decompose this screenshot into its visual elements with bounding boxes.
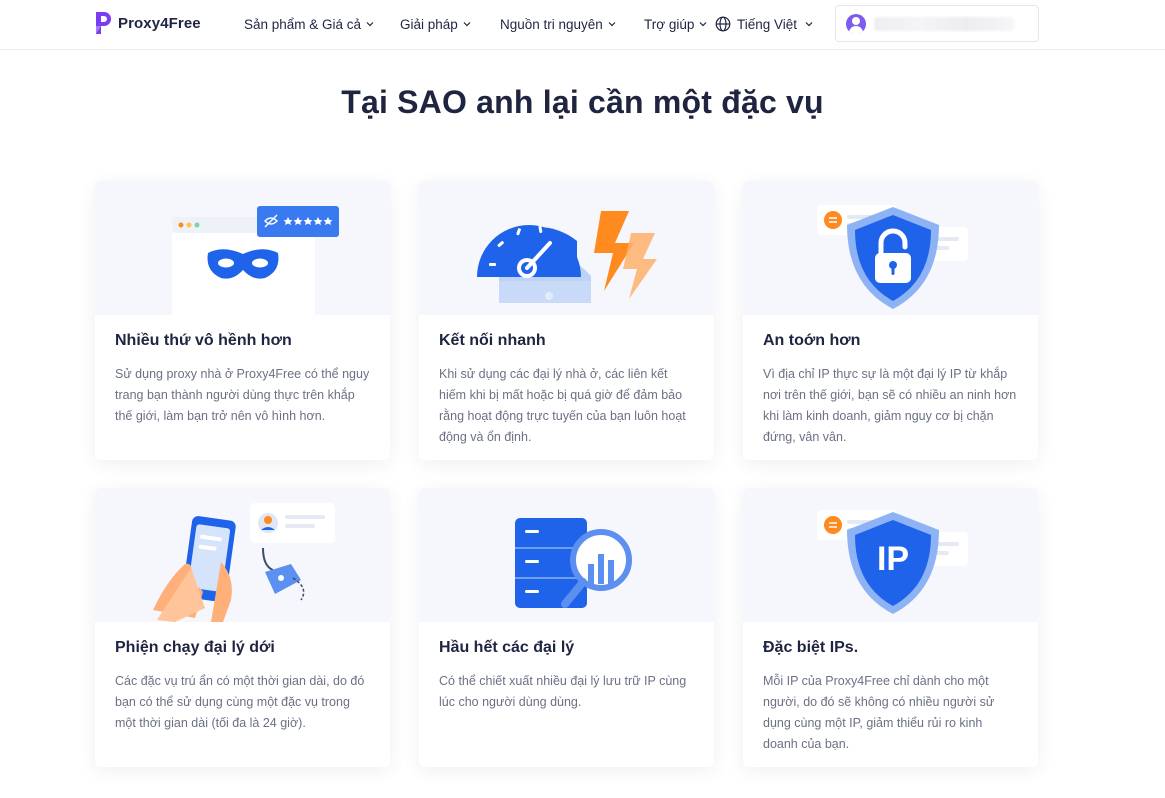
- nav-resources[interactable]: Nguồn tri nguyên: [500, 0, 616, 48]
- feature-card-invisible: Nhiều thứ vô hềnh hơn Sử dụng proxy nhà …: [95, 181, 390, 460]
- card-description: Có thể chiết xuất nhiều đại lý lưu trữ I…: [439, 674, 687, 709]
- phone-session-icon: [153, 503, 335, 622]
- site-logo[interactable]: Proxy4Free: [94, 10, 201, 36]
- site-header: Proxy4Free Sản phẩm & Giá cả Giải pháp N…: [0, 0, 1165, 50]
- server-search-icon: [515, 518, 632, 608]
- chevron-down-icon: [699, 22, 707, 27]
- mask-browser-icon: [172, 206, 339, 315]
- globe-icon: [715, 16, 731, 32]
- feature-card-safer: An toớn hơn Vì địa chỉ IP thực sự là một…: [743, 181, 1038, 460]
- ip-badge-text: IP: [876, 540, 910, 578]
- card-description: Mỗi IP của Proxy4Free chỉ dành cho một n…: [763, 674, 995, 751]
- language-label: Tiếng Việt: [737, 16, 798, 32]
- nav-help[interactable]: Trợ giúp: [644, 0, 707, 48]
- feature-card-fast-connection: Kết nối nhanh Khi sử dụng các đại lý nhà…: [419, 181, 714, 460]
- nav-products-pricing[interactable]: Sản phẩm & Giá cả: [244, 0, 374, 48]
- card-illustration: [95, 488, 390, 622]
- speedometer-icon: [477, 211, 657, 303]
- nav-solutions[interactable]: Giải pháp: [400, 0, 471, 48]
- logo-text: Proxy4Free: [118, 14, 201, 32]
- chevron-down-icon: [608, 22, 616, 27]
- card-title: Hầu hết các đại lý: [439, 639, 575, 656]
- card-title: Kết nối nhanh: [439, 332, 546, 349]
- nav-label: Sản phẩm & Giá cả: [244, 16, 362, 32]
- card-illustration: IP: [743, 488, 1038, 622]
- card-illustration: [95, 181, 390, 315]
- card-title: Đặc biệt IPs.: [763, 639, 859, 656]
- feature-card-dedicated-ips: IP Đặc biệt IPs. Mỗi IP của Proxy4Free c…: [743, 488, 1038, 767]
- feature-card-long-session: Phiện chạy đại lý dới Các đặc vụ trú ẩn …: [95, 488, 390, 767]
- card-description: Các đặc vụ trú ẩn có một thời gian dài, …: [115, 674, 365, 730]
- card-illustration: [419, 181, 714, 315]
- card-title: Nhiều thứ vô hềnh hơn: [115, 332, 292, 349]
- user-avatar-icon: [846, 13, 866, 34]
- card-title: Phiện chạy đại lý dới: [115, 639, 275, 656]
- card-description: Khi sử dụng các đại lý nhà ở, các liên k…: [439, 367, 686, 444]
- nav-label: Trợ giúp: [644, 16, 695, 32]
- chevron-down-icon: [805, 22, 813, 27]
- card-description: Sử dụng proxy nhà ở Proxy4Free có thể ng…: [115, 367, 370, 423]
- nav-label: Nguồn tri nguyên: [500, 16, 603, 32]
- nav-label: Giải pháp: [400, 16, 458, 32]
- card-illustration: [419, 488, 714, 622]
- chevron-down-icon: [463, 22, 471, 27]
- card-title: An toớn hơn: [763, 332, 861, 349]
- blurred-username: [874, 16, 1014, 31]
- feature-card-most-proxies: Hầu hết các đại lý Có thể chiết xuất nhi…: [419, 488, 714, 767]
- page-title: Tại SAO anh lại cần một đặc vụ: [341, 84, 824, 120]
- card-description: Vì địa chỉ IP thực sự là một đại lý IP t…: [763, 367, 1017, 444]
- logo-mark-icon: [96, 12, 111, 34]
- account-menu[interactable]: [835, 5, 1039, 42]
- chevron-down-icon: [366, 22, 374, 27]
- card-illustration: [743, 181, 1038, 315]
- language-selector[interactable]: Tiếng Việt: [715, 0, 813, 48]
- shield-lock-icon: [817, 205, 968, 309]
